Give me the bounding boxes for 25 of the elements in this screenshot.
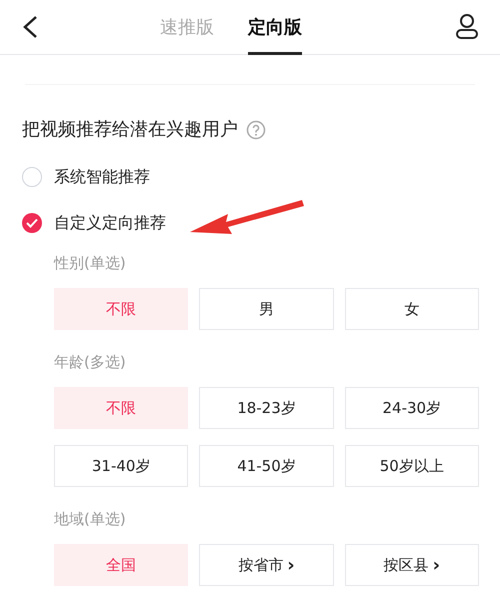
help-icon[interactable]: [246, 120, 266, 140]
back-icon[interactable]: [22, 15, 38, 39]
group-label: 年龄(多选): [54, 352, 126, 373]
option-button[interactable]: 男: [199, 288, 334, 330]
check-icon: [26, 218, 38, 228]
option-button[interactable]: 18-23岁: [199, 387, 334, 429]
radio-label: 自定义定向推荐: [54, 212, 166, 234]
option-button[interactable]: 41-50岁: [199, 445, 334, 487]
option-button[interactable]: 不限: [54, 288, 188, 330]
option-button[interactable]: 按区县 ›: [344, 544, 479, 586]
radio-label: 系统智能推荐: [54, 166, 150, 188]
option-button[interactable]: 全国: [54, 544, 188, 586]
option-button[interactable]: 女: [344, 288, 479, 330]
option-button[interactable]: 24-30岁: [344, 387, 479, 429]
tab[interactable]: 定向版: [248, 0, 302, 55]
radio-button[interactable]: [22, 213, 42, 233]
profile-icon[interactable]: [454, 13, 480, 39]
section-heading: 把视频推荐给潜在兴趣用户: [22, 118, 238, 142]
option-button[interactable]: 不限: [54, 387, 188, 429]
option-button[interactable]: 31-40岁: [54, 445, 188, 487]
radio-button[interactable]: [22, 167, 42, 187]
group-label: 地域(单选): [54, 509, 126, 530]
group-label: 性别(单选): [54, 253, 126, 274]
option-button[interactable]: 按省市 ›: [199, 544, 334, 586]
option-button[interactable]: 50岁以上: [344, 445, 479, 487]
